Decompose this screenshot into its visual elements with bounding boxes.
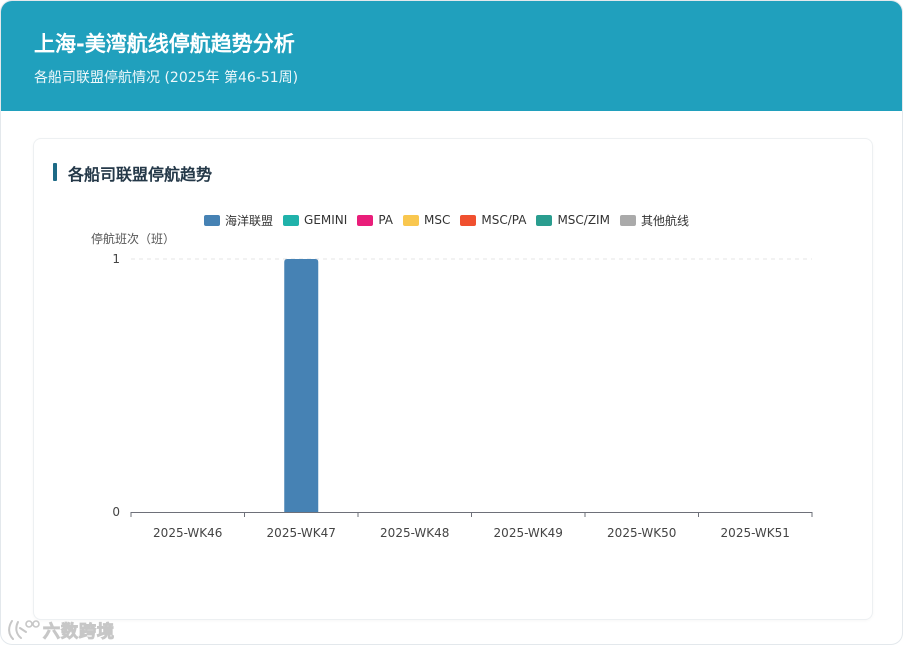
app-frame: 上海-美湾航线停航趋势分析 各船司联盟停航情况 (2025年 第46-51周) … — [0, 0, 903, 645]
x-tick-label: 2025-WK47 — [267, 526, 336, 540]
x-tick-label: 2025-WK46 — [153, 526, 222, 540]
x-tick-label: 2025-WK49 — [494, 526, 563, 540]
x-tick-label: 2025-WK48 — [380, 526, 449, 540]
watermark-logo-icon — [8, 619, 40, 640]
x-tick-label: 2025-WK50 — [607, 526, 676, 540]
bar-海洋联盟 — [284, 259, 319, 512]
watermark-text: 六数跨境 — [43, 622, 115, 643]
y-tick-label: 0 — [112, 505, 120, 519]
watermark: 六数跨境 — [7, 617, 115, 643]
x-tick-label: 2025-WK51 — [721, 526, 790, 540]
bar-chart: 0 1 2025-WK46 2025-WK47 2025-WK48 2025-WK49 20… — [112, 252, 813, 540]
y-tick-label: 1 — [112, 252, 120, 266]
